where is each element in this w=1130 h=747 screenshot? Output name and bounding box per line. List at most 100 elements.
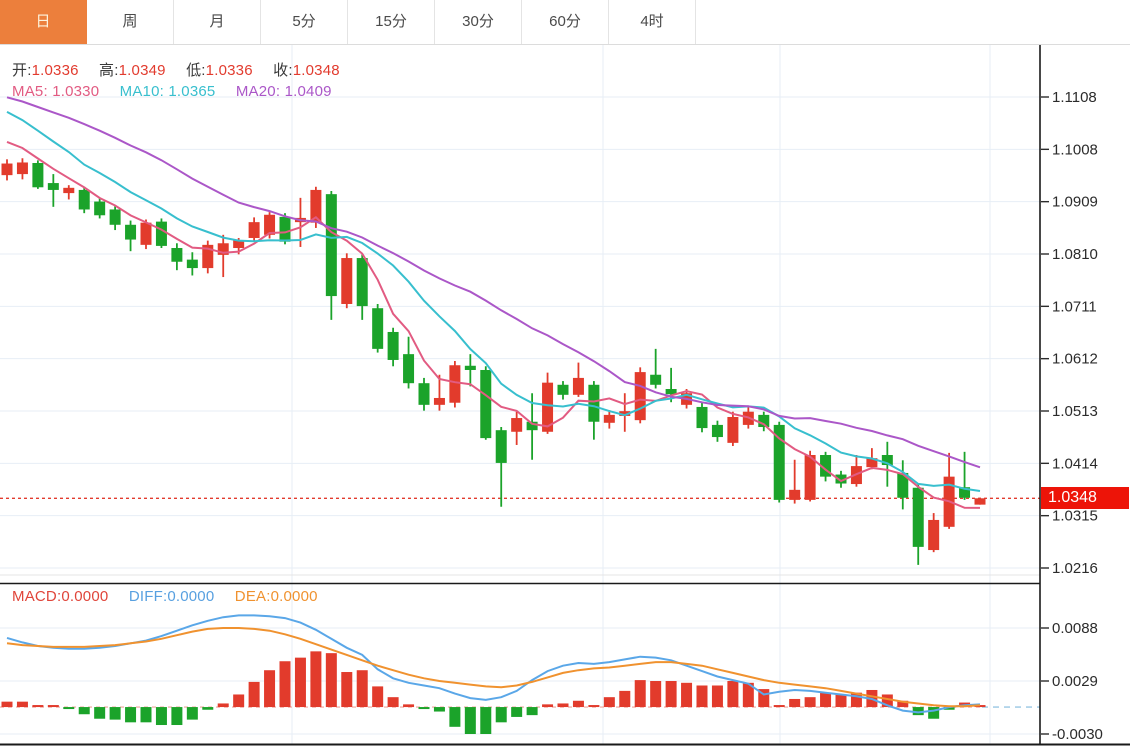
y-axis-label: 1.0711 bbox=[1052, 298, 1097, 315]
macd-hist-bar bbox=[542, 704, 553, 707]
tab-4hour[interactable]: 4时 bbox=[609, 0, 696, 44]
dea-label: DEA: bbox=[235, 588, 271, 605]
candle-body bbox=[341, 258, 352, 304]
macd-hist-bar bbox=[403, 704, 414, 707]
tab-30min[interactable]: 30分 bbox=[435, 0, 522, 44]
y-axis-label: 1.0909 bbox=[1052, 194, 1098, 211]
candle-body bbox=[650, 375, 661, 385]
y-axis-label: 1.0414 bbox=[1052, 455, 1098, 472]
diff-label: DIFF: bbox=[129, 588, 168, 605]
candle-body bbox=[156, 222, 167, 246]
y-axis-label: -0.0030 bbox=[1052, 726, 1103, 743]
macd-hist-bar bbox=[218, 703, 229, 707]
diff-line bbox=[7, 615, 980, 712]
candle-body bbox=[588, 385, 599, 422]
candle-body bbox=[913, 488, 924, 547]
macd-hist-bar bbox=[63, 707, 74, 709]
macd-hist-bar bbox=[264, 670, 275, 707]
macd-hist-bar bbox=[187, 707, 198, 720]
tab-week[interactable]: 周 bbox=[87, 0, 174, 44]
price-chart-canvas[interactable]: 1.1108 1.1008 1.0909 1.0810 1.0711 1.0612 1.05… bbox=[0, 0, 1130, 747]
macd-hist-bar bbox=[650, 681, 661, 707]
tab-month[interactable]: 月 bbox=[174, 0, 261, 44]
macd-hist-bar bbox=[805, 697, 816, 707]
macd-hist-bar bbox=[666, 681, 677, 707]
low-label: 低: bbox=[186, 62, 206, 79]
candle-body bbox=[280, 217, 291, 242]
close-label: 收: bbox=[273, 62, 293, 79]
y-axis-label: 1.0216 bbox=[1052, 560, 1098, 577]
candle-body bbox=[928, 520, 939, 550]
candle-body bbox=[17, 162, 28, 174]
macd-hist-bar bbox=[619, 691, 630, 707]
macd-hist-bar bbox=[836, 694, 847, 707]
macd-hist-bar bbox=[449, 707, 460, 727]
macd-hist-bar bbox=[233, 694, 244, 707]
candle-body bbox=[48, 183, 59, 190]
macd-readout: MACD:0.0000 DIFF:0.0000 DEA:0.0000 bbox=[12, 588, 318, 605]
macd-hist-bar bbox=[2, 702, 13, 707]
tab-60min[interactable]: 60分 bbox=[522, 0, 609, 44]
candle-body bbox=[326, 194, 337, 296]
macd-hist-bar bbox=[32, 705, 43, 707]
candle-body bbox=[94, 202, 105, 216]
macd-hist-bar bbox=[388, 697, 399, 707]
ma20-line bbox=[7, 97, 980, 467]
candle-body bbox=[187, 260, 198, 268]
candle-body bbox=[712, 425, 723, 437]
y-axis-label: 1.0612 bbox=[1052, 351, 1098, 368]
ohlc-readout: 开:1.0336 高:1.0349 低:1.0336 收:1.0348 bbox=[12, 59, 340, 80]
ma10-label: MA10: bbox=[120, 83, 164, 100]
candle-body bbox=[2, 164, 13, 176]
tab-15min[interactable]: 15分 bbox=[348, 0, 435, 44]
macd-hist-bar bbox=[141, 707, 152, 722]
ma5-label: MA5: bbox=[12, 83, 48, 100]
y-axis-label: 1.0315 bbox=[1052, 508, 1098, 525]
candle-body bbox=[449, 365, 460, 402]
candle-body bbox=[975, 498, 986, 504]
candle-body bbox=[697, 407, 708, 428]
macd-hist-bar bbox=[558, 703, 569, 707]
y-axis-label: 1.1008 bbox=[1052, 141, 1098, 158]
y-axis-label: 0.0088 bbox=[1052, 620, 1098, 637]
candle-body bbox=[372, 308, 383, 349]
y-axis-label: 1.0513 bbox=[1052, 403, 1098, 420]
macd-hist-bar bbox=[573, 701, 584, 707]
open-label: 开: bbox=[12, 62, 32, 79]
candle-body bbox=[63, 188, 74, 193]
candle-body bbox=[419, 383, 430, 405]
macd-hist-bar bbox=[681, 683, 692, 707]
candle-body bbox=[480, 370, 491, 438]
macd-hist-bar bbox=[527, 707, 538, 715]
macd-hist-bar bbox=[125, 707, 136, 722]
macd-hist-bar bbox=[588, 705, 599, 707]
candle-body bbox=[32, 163, 43, 187]
macd-hist-bar bbox=[789, 699, 800, 707]
macd-hist-bar bbox=[171, 707, 182, 725]
macd-hist-bar bbox=[110, 707, 121, 720]
candle-body bbox=[604, 415, 615, 423]
y-axis-label: 1.1108 bbox=[1052, 89, 1097, 106]
dea-value: 0.0000 bbox=[271, 588, 318, 605]
tab-5min[interactable]: 5分 bbox=[261, 0, 348, 44]
macd-hist-bar bbox=[202, 707, 213, 710]
macd-hist-bar bbox=[94, 707, 105, 719]
ma10-line bbox=[7, 112, 980, 491]
tab-day[interactable]: 日 bbox=[0, 0, 87, 44]
candle-body bbox=[110, 209, 121, 224]
candle-body bbox=[403, 354, 414, 383]
candle-body bbox=[388, 332, 399, 360]
macd-hist-bar bbox=[310, 651, 321, 707]
macd-hist-bar bbox=[820, 693, 831, 707]
macd-hist-bar bbox=[341, 672, 352, 707]
candle-body bbox=[496, 430, 507, 463]
macd-hist-bar bbox=[604, 697, 615, 707]
y-axis-label: 1.0810 bbox=[1052, 246, 1098, 263]
candle-body bbox=[141, 223, 152, 245]
macd-hist-bar bbox=[249, 682, 260, 707]
candle-body bbox=[264, 215, 275, 235]
diff-value: 0.0000 bbox=[167, 588, 214, 605]
macd-hist-bar bbox=[635, 680, 646, 707]
candle-body bbox=[727, 417, 738, 443]
macd-hist-bar bbox=[48, 705, 59, 707]
